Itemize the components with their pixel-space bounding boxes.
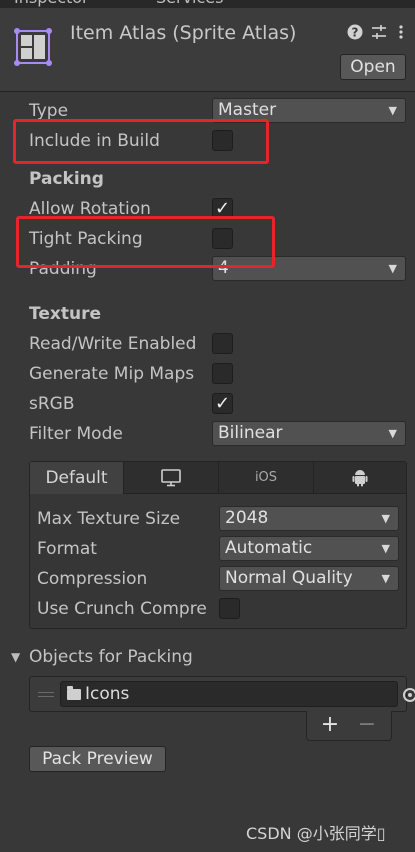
svg-text:?: ? bbox=[352, 26, 359, 40]
crunch-checkbox[interactable] bbox=[219, 598, 240, 619]
object-field-icons[interactable]: Icons bbox=[60, 681, 415, 707]
srgb-checkbox[interactable]: ✓ bbox=[212, 393, 233, 414]
filter-mode-value: Bilinear bbox=[218, 423, 283, 443]
filter-mode-dropdown[interactable]: Bilinear ▼ bbox=[212, 421, 406, 446]
list-add-remove-controls: + − bbox=[306, 711, 392, 741]
asset-title: Item Atlas (Sprite Atlas) bbox=[70, 22, 297, 44]
max-texture-size-dropdown[interactable]: 2048 ▼ bbox=[219, 506, 399, 531]
highlight-box-include-in-build bbox=[13, 119, 269, 164]
compression-row: Compression Normal Quality ▼ bbox=[8, 566, 415, 592]
help-icon[interactable]: ? bbox=[346, 24, 364, 42]
format-row: Format Automatic ▼ bbox=[8, 536, 415, 562]
drag-handle-icon[interactable] bbox=[38, 692, 54, 697]
objects-list: Icons bbox=[29, 676, 415, 712]
packing-heading: Packing bbox=[29, 169, 104, 189]
read-write-checkbox[interactable] bbox=[212, 333, 233, 354]
object-name: Icons bbox=[85, 684, 130, 704]
texture-section: Texture bbox=[0, 301, 415, 327]
format-label: Format bbox=[37, 539, 97, 559]
chevron-down-icon: ▼ bbox=[381, 572, 390, 585]
compression-dropdown[interactable]: Normal Quality ▼ bbox=[219, 566, 399, 591]
max-texture-size-row: Max Texture Size 2048 ▼ bbox=[8, 506, 415, 532]
read-write-label: Read/Write Enabled bbox=[29, 334, 197, 354]
more-vert-icon[interactable] bbox=[392, 24, 410, 42]
watermark-text: CSDN @小张同学▯ bbox=[246, 824, 386, 843]
type-value: Master bbox=[218, 100, 277, 120]
tab-ios[interactable]: iOS bbox=[219, 462, 314, 494]
monitor-icon bbox=[161, 469, 181, 487]
objects-for-packing-label: Objects for Packing bbox=[29, 647, 193, 667]
max-texture-size-label: Max Texture Size bbox=[37, 509, 181, 529]
add-item-button[interactable]: + bbox=[315, 711, 345, 739]
mipmaps-checkbox[interactable] bbox=[212, 363, 233, 384]
chevron-down-icon: ▼ bbox=[388, 262, 397, 275]
inspector-header: Item Atlas (Sprite Atlas) ? Open bbox=[0, 8, 415, 92]
chevron-down-icon: ▼ bbox=[388, 104, 397, 117]
remove-item-button[interactable]: − bbox=[352, 711, 382, 739]
filter-mode-row: Filter Mode Bilinear ▼ bbox=[0, 421, 415, 447]
chevron-down-icon: ▼ bbox=[381, 542, 390, 555]
chevron-down-icon: ▼ bbox=[381, 512, 390, 525]
srgb-row: sRGB ✓ bbox=[0, 391, 415, 417]
tab-standalone[interactable] bbox=[124, 462, 219, 494]
read-write-row: Read/Write Enabled bbox=[0, 331, 415, 357]
format-dropdown[interactable]: Automatic ▼ bbox=[219, 536, 399, 561]
packing-section: Packing bbox=[0, 166, 415, 192]
chevron-down-icon: ▼ bbox=[388, 427, 397, 440]
format-value: Automatic bbox=[225, 538, 313, 558]
sprite-atlas-icon bbox=[14, 28, 52, 66]
window-tab-bar: Inspector Services bbox=[0, 0, 415, 8]
android-icon bbox=[352, 470, 368, 487]
srgb-label: sRGB bbox=[29, 394, 75, 414]
pack-preview-button[interactable]: Pack Preview bbox=[29, 746, 166, 772]
compression-value: Normal Quality bbox=[225, 568, 353, 588]
tab-default[interactable]: Default bbox=[30, 462, 124, 494]
tab-inspector[interactable]: Inspector bbox=[14, 0, 89, 8]
platform-settings-panel: Default iOS Max Texture Size 2048 ▼ Form… bbox=[29, 461, 407, 629]
texture-heading: Texture bbox=[29, 304, 101, 324]
object-picker-icon[interactable] bbox=[403, 688, 415, 702]
highlight-box-tight-packing bbox=[16, 216, 275, 268]
foldout-arrow-icon[interactable]: ▼ bbox=[11, 644, 20, 670]
mipmaps-row: Generate Mip Maps bbox=[0, 361, 415, 387]
checkmark-icon: ✓ bbox=[214, 393, 231, 414]
filter-mode-label: Filter Mode bbox=[29, 424, 123, 444]
crunch-label: Use Crunch Compre bbox=[37, 599, 207, 619]
folder-icon bbox=[67, 686, 81, 700]
objects-for-packing-header[interactable]: ▼ Objects for Packing bbox=[0, 644, 415, 670]
mipmaps-label: Generate Mip Maps bbox=[29, 364, 195, 384]
max-texture-size-value: 2048 bbox=[225, 508, 269, 528]
open-button[interactable]: Open bbox=[340, 54, 406, 80]
crunch-row: Use Crunch Compre bbox=[8, 596, 415, 622]
tab-android[interactable] bbox=[314, 462, 406, 494]
preset-sliders-icon[interactable] bbox=[370, 24, 388, 42]
platform-tabs: Default iOS bbox=[30, 462, 406, 494]
compression-label: Compression bbox=[37, 569, 148, 589]
tab-services[interactable]: Services bbox=[156, 0, 223, 8]
